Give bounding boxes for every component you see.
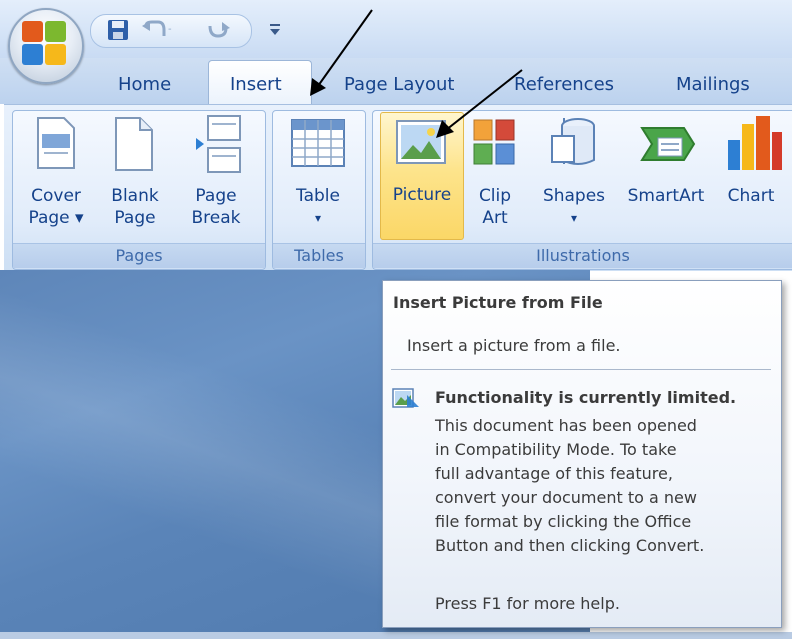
page-break-label-1: Page: [195, 186, 237, 206]
picture-label: Picture: [392, 185, 452, 205]
tab-insert[interactable]: Insert: [228, 66, 284, 104]
blank-page-label-2: Page: [114, 208, 156, 228]
office-logo-icon: [22, 21, 66, 65]
page-break-icon: [196, 115, 241, 173]
group-label-illustrations: Illustrations: [373, 243, 792, 268]
tab-references[interactable]: References: [512, 66, 616, 104]
tooltip-warning-line: convert your document to a new: [435, 488, 697, 507]
tooltip-warning-line: in Compatibility Mode. To take: [435, 440, 677, 459]
cover-page-button[interactable]: Cover Page ▾: [20, 114, 92, 234]
tooltip-warning-line: This document has been opened: [435, 416, 697, 435]
shapes-label: Shapes: [542, 186, 606, 206]
tooltip-warning-line: full advantage of this feature,: [435, 464, 673, 483]
clip-art-button[interactable]: Clip Art: [466, 114, 524, 234]
clip-art-label-1: Clip: [478, 186, 512, 206]
chart-icon: [728, 116, 782, 170]
tooltip-warning-title: Functionality is currently limited.: [435, 388, 737, 407]
table-button[interactable]: Table ▾: [276, 114, 360, 234]
cover-page-label-1: Cover: [31, 186, 81, 206]
compatibility-warning-icon: [392, 388, 419, 408]
tooltip-warning-line: file format by clicking the Office: [435, 512, 692, 531]
blank-page-icon: [115, 117, 153, 171]
cover-page-label-2: Page ▾: [28, 208, 84, 228]
tab-page-layout[interactable]: Page Layout: [342, 66, 457, 104]
page-break-label-2: Break: [191, 208, 241, 228]
chart-button[interactable]: Chart: [716, 114, 786, 234]
word-window: - Home Insert Page Layout References Mai…: [0, 0, 792, 639]
tooltip-description: Insert a picture from a file.: [407, 336, 621, 355]
tab-mailings[interactable]: Mailings: [674, 66, 752, 104]
table-icon: [291, 119, 345, 167]
table-dropdown-arrow: ▾: [314, 211, 322, 225]
clip-art-label-2: Art: [482, 208, 508, 228]
status-strip: [0, 632, 792, 639]
redo-icon[interactable]: [204, 18, 232, 42]
tab-home[interactable]: Home: [116, 66, 173, 104]
undo-icon[interactable]: -: [140, 18, 174, 42]
chart-label: Chart: [727, 186, 775, 206]
blank-page-button[interactable]: Blank Page: [100, 114, 170, 234]
smartart-icon: [640, 127, 696, 161]
customize-qat-icon[interactable]: [268, 22, 282, 38]
shapes-dropdown-arrow: ▾: [570, 211, 578, 225]
group-label-pages: Pages: [13, 243, 265, 268]
picture-button[interactable]: Picture: [380, 112, 464, 240]
page-break-button[interactable]: Page Break: [176, 114, 256, 234]
cover-page-icon: [37, 117, 75, 169]
table-label: Table: [296, 186, 340, 206]
tooltip-title: Insert Picture from File: [393, 293, 603, 312]
shapes-button[interactable]: Shapes ▾: [532, 114, 616, 234]
picture-tooltip: Insert Picture from File Insert a pictur…: [382, 280, 782, 628]
save-icon[interactable]: [106, 18, 130, 42]
picture-icon: [396, 120, 446, 164]
shapes-icon: [551, 118, 595, 165]
tooltip-help-text: Press F1 for more help.: [435, 594, 620, 613]
tooltip-separator: [391, 369, 771, 370]
group-label-tables: Tables: [273, 243, 365, 268]
smartart-label: SmartArt: [627, 186, 705, 206]
blank-page-label-1: Blank: [111, 186, 159, 206]
smartart-button[interactable]: SmartArt: [618, 114, 714, 234]
tooltip-warning-line: Button and then clicking Convert.: [435, 536, 705, 555]
clip-art-icon: [473, 119, 515, 165]
svg-text:-: -: [168, 24, 172, 35]
